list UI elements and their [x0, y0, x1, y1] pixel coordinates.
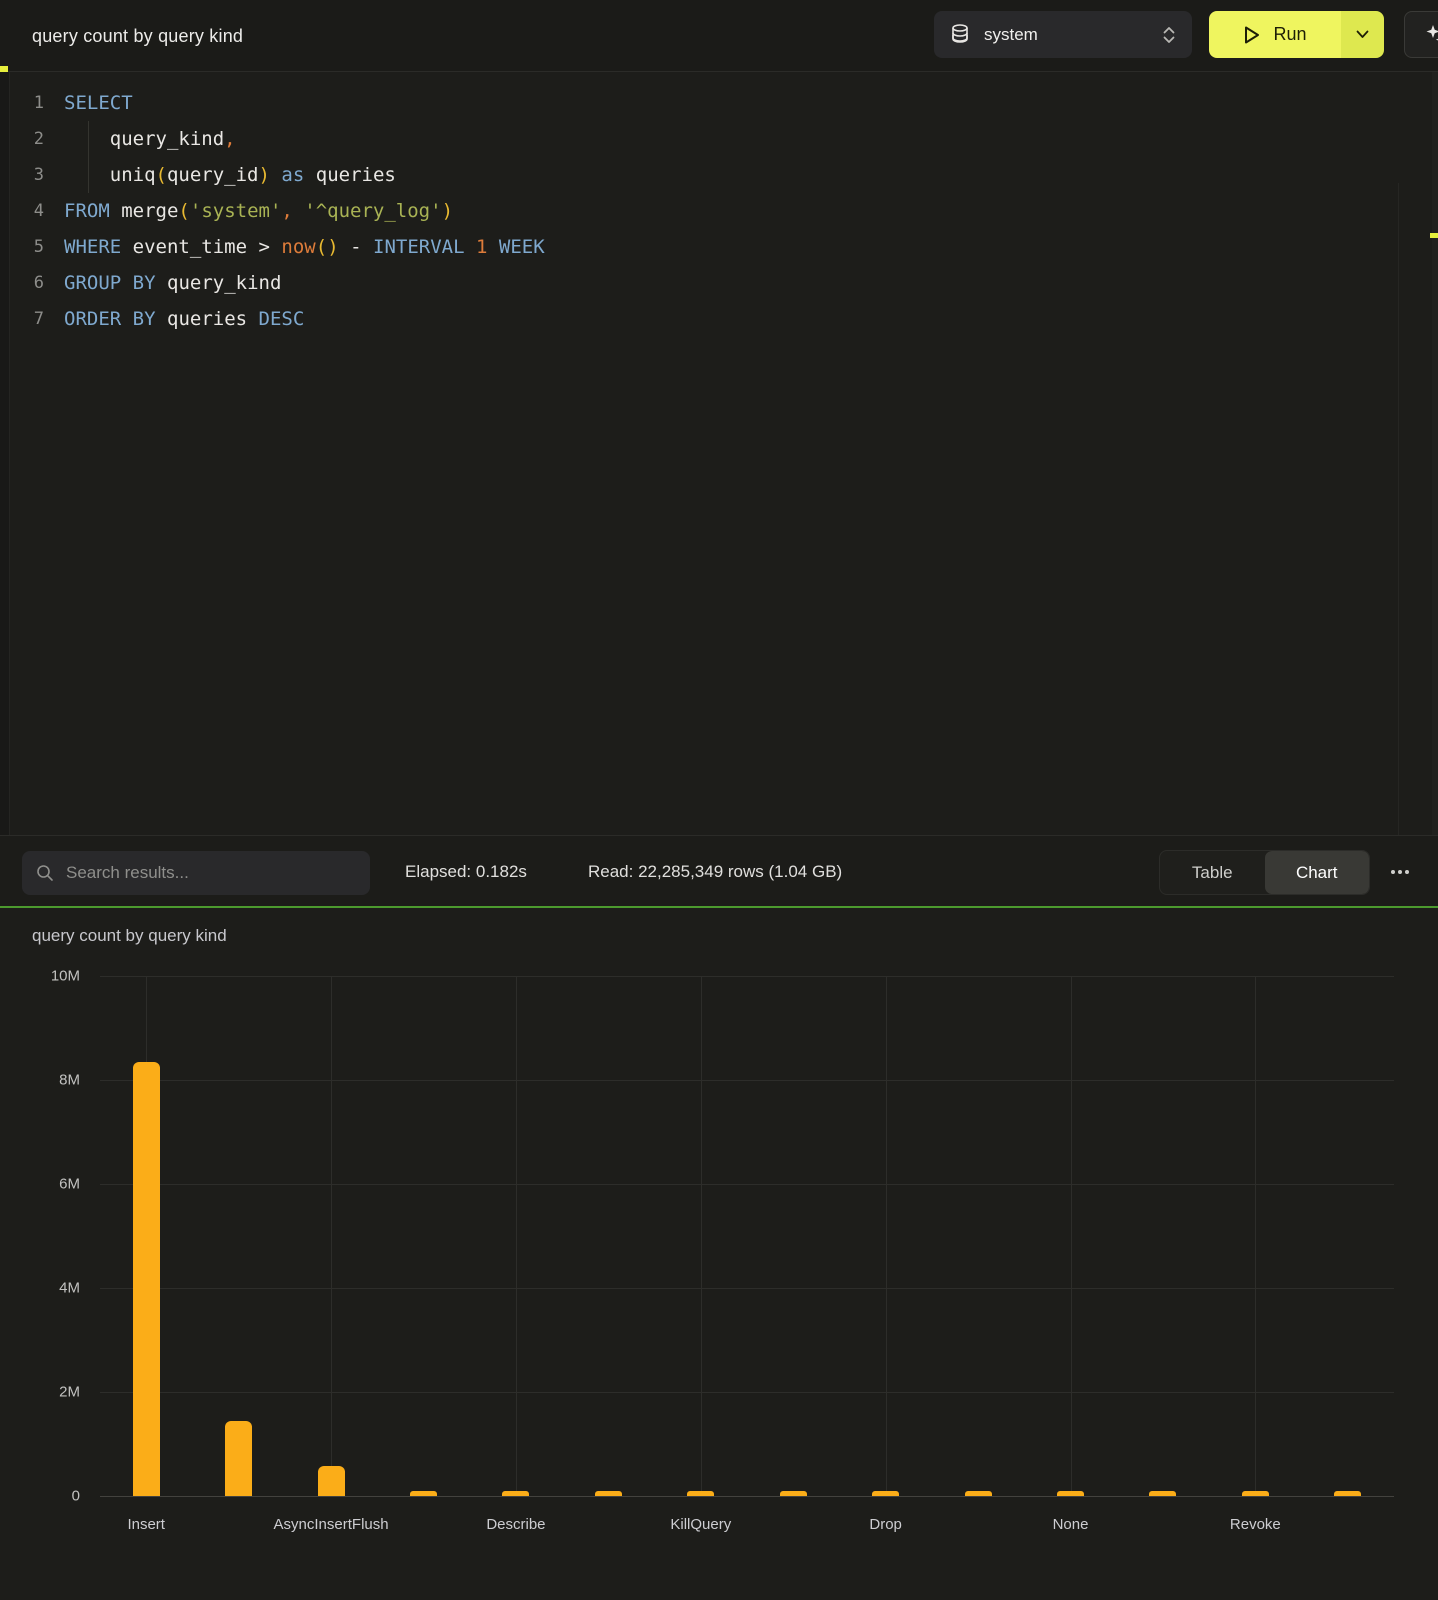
- x-axis-line: [100, 1496, 1394, 1497]
- x-axis-tick-label: AsyncInsertFlush: [274, 1516, 389, 1533]
- chart-panel: query count by query kind 10M 8M 6M 4M 2M 0 In…: [0, 908, 1438, 1600]
- x-axis-tick-label: KillQuery: [670, 1516, 731, 1533]
- bar-unlabeled: [1334, 1491, 1361, 1496]
- search-icon: [36, 864, 54, 882]
- database-selector[interactable]: system: [934, 11, 1192, 58]
- x-axis-tick-label: Insert: [127, 1516, 165, 1533]
- bar-unlabeled: [410, 1491, 437, 1496]
- more-options-button[interactable]: [1383, 858, 1417, 886]
- x-axis-tick-label: Drop: [869, 1516, 902, 1533]
- bar-Insert: [133, 1062, 160, 1496]
- gridline: [886, 976, 887, 1496]
- y-axis-tick-label: 10M: [24, 968, 80, 985]
- run-options-caret[interactable]: [1341, 11, 1384, 58]
- x-axis-tick-label: Revoke: [1230, 1516, 1281, 1533]
- updown-chevron-icon: [1162, 25, 1176, 45]
- results-toolbar: Elapsed: 0.182s Read: 22,285,349 rows (1…: [0, 835, 1438, 906]
- gridline: [100, 1288, 1394, 1289]
- search-results-input[interactable]: [66, 863, 356, 883]
- gridline: [1255, 976, 1256, 1496]
- tab-table[interactable]: Table: [1160, 851, 1265, 894]
- bar-unlabeled: [965, 1491, 992, 1496]
- database-icon: [950, 24, 970, 46]
- code-text: query_kind,: [64, 128, 236, 150]
- tab-chart[interactable]: Chart: [1265, 851, 1370, 894]
- code-text: uniq(query_id) as queries: [64, 164, 396, 186]
- code-text: FROM merge('system', '^query_log'): [64, 200, 453, 222]
- bar-unlabeled: [595, 1491, 622, 1496]
- bar-unlabeled: [780, 1491, 807, 1496]
- line-number: 1: [0, 93, 44, 113]
- gridline: [100, 1184, 1394, 1185]
- bar-KillQuery: [687, 1491, 714, 1496]
- line-number: 2: [0, 129, 44, 149]
- editor-scrollbar[interactable]: [1432, 72, 1438, 835]
- overview-ruler-border: [1398, 183, 1399, 835]
- run-button[interactable]: Run: [1209, 11, 1341, 58]
- overview-ruler-mark: [1430, 233, 1438, 238]
- search-results-box[interactable]: [22, 851, 370, 895]
- bar-Revoke: [1242, 1491, 1269, 1496]
- ai-assist-button[interactable]: [1404, 11, 1438, 58]
- code-line: 7 ORDER BY queries DESC: [0, 301, 1390, 337]
- y-axis-tick-label: 4M: [24, 1280, 80, 1297]
- bar-AsyncInsertFlush: [318, 1466, 345, 1496]
- run-button-group: Run: [1209, 11, 1384, 58]
- y-axis-tick-label: 2M: [24, 1384, 80, 1401]
- line-number: 4: [0, 201, 44, 221]
- database-selector-value: system: [984, 25, 1148, 45]
- gridline: [701, 976, 702, 1496]
- line-number: 6: [0, 273, 44, 293]
- code-text: SELECT: [64, 92, 133, 114]
- code-line: 6 GROUP BY query_kind: [0, 265, 1390, 301]
- chart-title: query count by query kind: [32, 926, 227, 946]
- code-line: 3 uniq(query_id) as queries: [0, 157, 1390, 193]
- line-number: 7: [0, 309, 44, 329]
- line-number: 5: [0, 237, 44, 257]
- ellipsis-icon: [1391, 870, 1395, 874]
- code-line: 5 WHERE event_time > now() - INTERVAL 1 W…: [0, 229, 1390, 265]
- y-axis-tick-label: 8M: [24, 1072, 80, 1089]
- gridline: [100, 1080, 1394, 1081]
- bar-Describe: [502, 1491, 529, 1496]
- gridline: [1071, 976, 1072, 1496]
- code-line: 2 query_kind,: [0, 121, 1390, 157]
- bar-None: [1057, 1491, 1084, 1496]
- code-text: WHERE event_time > now() - INTERVAL 1 WE…: [64, 236, 545, 258]
- topbar: query count by query kind system Run: [0, 0, 1438, 72]
- run-button-label: Run: [1273, 24, 1306, 45]
- sql-console-page: { "topbar": { "title": "query count by q…: [0, 0, 1438, 1600]
- gridline: [100, 976, 1394, 977]
- x-axis-tick-label: Describe: [486, 1516, 545, 1533]
- gridline: [516, 976, 517, 1496]
- code-line: 1 SELECT: [0, 85, 1390, 121]
- view-toggle: Table Chart: [1159, 850, 1370, 895]
- bar-unlabeled: [225, 1421, 252, 1496]
- bar-Drop: [872, 1491, 899, 1496]
- y-axis-tick-label: 0: [24, 1488, 80, 1505]
- line-number: 3: [0, 165, 44, 185]
- query-title: query count by query kind: [32, 0, 243, 72]
- sparkles-icon: [1423, 23, 1438, 47]
- gridline: [331, 976, 332, 1496]
- x-axis-tick-label: None: [1053, 1516, 1089, 1533]
- sql-editor[interactable]: 1SELECT2 query_kind,3 uniq(query_id) as …: [0, 72, 1438, 835]
- gridline: [100, 1392, 1394, 1393]
- code-text: ORDER BY queries DESC: [64, 308, 304, 330]
- elapsed-stat: Elapsed: 0.182s: [405, 836, 527, 907]
- read-stat: Read: 22,285,349 rows (1.04 GB): [588, 836, 842, 907]
- y-axis-tick-label: 6M: [24, 1176, 80, 1193]
- code-text: GROUP BY query_kind: [64, 272, 281, 294]
- code-line: 4 FROM merge('system', '^query_log'): [0, 193, 1390, 229]
- play-icon: [1243, 25, 1261, 45]
- bar-unlabeled: [1149, 1491, 1176, 1496]
- indent-guide: [88, 121, 89, 193]
